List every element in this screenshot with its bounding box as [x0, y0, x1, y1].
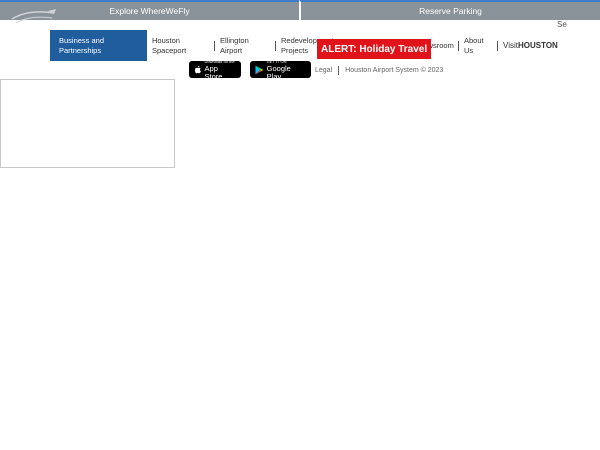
app-store-big-text: App Store — [204, 63, 223, 81]
search-link[interactable]: Se — [557, 20, 567, 29]
copyright-text: Houston Airport System © 2023 — [345, 67, 444, 74]
nav-item-label-line2: Spaceport — [152, 45, 187, 55]
nav-item-label-line1: Ellington — [220, 35, 249, 45]
empty-content-frame — [0, 79, 175, 168]
legal-link[interactable]: Legal — [315, 67, 332, 74]
google-play-big-text: Google Play — [266, 63, 291, 81]
google-play-icon — [255, 65, 264, 74]
nav-item-label-line1: About — [464, 35, 484, 45]
main-navigation: Business and Partnerships Houston Spacep… — [50, 30, 563, 61]
holiday-travel-alert-button[interactable]: ALERT: Holiday Travel — [317, 39, 432, 59]
nav-about-us[interactable]: About Us — [459, 30, 497, 61]
nav-item-label-line2: Us — [464, 45, 474, 55]
nav-item-label-line1: Houston — [152, 35, 180, 45]
footer-links: Legal Houston Airport System © 2023 — [315, 66, 443, 75]
nav-item-label-line2: Partnerships — [59, 45, 102, 55]
nav-houston-spaceport[interactable]: Houston Spaceport — [147, 30, 214, 61]
nav-visit-houston[interactable]: Visit HOUSTON — [498, 30, 563, 61]
nav-ellington-airport[interactable]: Ellington Airport — [215, 30, 275, 61]
visit-prefix: Visit — [503, 40, 518, 50]
google-play-badge[interactable]: GET IT ON Google Play — [250, 59, 311, 81]
top-bar: Explore WhereWeFly Reserve Parking — [0, 0, 600, 20]
nav-item-label-line2: Airport — [220, 45, 243, 55]
apple-icon — [194, 65, 201, 74]
airport-logo[interactable] — [8, 5, 60, 31]
reserve-parking-button[interactable]: Reserve Parking — [299, 0, 600, 20]
app-store-badge[interactable]: Download on the App Store — [189, 59, 241, 81]
visit-brand: HOUSTON — [517, 40, 558, 50]
nav-item-label-line1: Business and — [59, 35, 105, 45]
nav-business-partnerships[interactable]: Business and Partnerships — [50, 30, 147, 61]
footer-separator — [338, 66, 340, 75]
